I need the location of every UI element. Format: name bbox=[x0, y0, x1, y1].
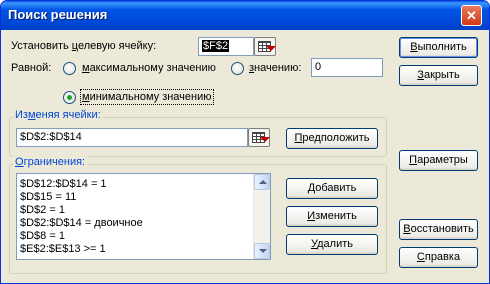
constraints-list[interactable]: $D$12:$D$14 = 1 $D$15 = 11 $D$2 = 1 $D$2… bbox=[16, 173, 271, 260]
change-button[interactable]: Изменить bbox=[286, 206, 378, 227]
options-accel: П bbox=[409, 154, 418, 166]
solver-dialog: Поиск решения ✕ Установить целевую ячейк… bbox=[0, 0, 490, 284]
arrow-up-icon bbox=[259, 180, 267, 184]
target-label-pre: Установить bbox=[11, 40, 72, 52]
radio-max-label: максимальному значению bbox=[82, 62, 216, 74]
radio-min-label: минимальному значению bbox=[80, 89, 214, 105]
constraints-title-rest: граничения: bbox=[23, 156, 86, 168]
min-accel: м bbox=[82, 91, 90, 103]
scroll-down-button[interactable] bbox=[254, 243, 270, 259]
add-rest: обавить bbox=[315, 182, 357, 194]
collapse-arrow-icon bbox=[266, 46, 276, 51]
max-rest: аксимальному значению bbox=[89, 62, 216, 74]
help-rest: правка bbox=[424, 251, 461, 263]
target-cell-value: $F$2 bbox=[202, 40, 230, 52]
changing-title-pre: Из bbox=[15, 109, 28, 121]
constraint-item[interactable]: $D$15 = 11 bbox=[20, 191, 76, 203]
target-label-post: елевую ячейку: bbox=[77, 40, 157, 52]
constraints-scrollbar[interactable] bbox=[253, 174, 270, 259]
radio-min-dot bbox=[67, 95, 72, 100]
solve-button[interactable]: Выполнить bbox=[399, 37, 478, 58]
reset-rest: осстановить bbox=[410, 223, 474, 235]
radio-max[interactable] bbox=[63, 62, 76, 75]
delete-button[interactable]: Удалить bbox=[286, 234, 378, 255]
arrow-down-icon bbox=[259, 249, 267, 253]
options-rest: араметры bbox=[417, 154, 468, 166]
close-button[interactable]: Закрыть bbox=[399, 65, 478, 86]
value-input[interactable]: 0 bbox=[311, 58, 383, 77]
min-rest: инимальному значению bbox=[89, 91, 212, 103]
reset-all-button[interactable]: Восстановить bbox=[399, 219, 478, 240]
changing-title-accel: м bbox=[27, 109, 36, 121]
close-accel: З bbox=[417, 69, 424, 81]
change-rest: зменить bbox=[315, 210, 357, 222]
options-button[interactable]: Параметры bbox=[399, 150, 478, 171]
target-cell-input[interactable]: $F$2 bbox=[198, 37, 254, 56]
guess-button[interactable]: Предположить bbox=[286, 128, 378, 149]
changing-collapse-button[interactable] bbox=[248, 128, 270, 147]
title-bar[interactable]: Поиск решения ✕ bbox=[1, 1, 489, 30]
constraint-item[interactable]: $D$2:$D$14 = двоичное bbox=[20, 217, 143, 229]
constraint-item[interactable]: $D$8 = 1 bbox=[20, 230, 65, 242]
constraint-item[interactable]: $E$2:$E$13 >= 1 bbox=[20, 243, 106, 255]
reset-accel: В bbox=[403, 223, 411, 235]
target-cell-label: Установить целевую ячейку: bbox=[11, 40, 156, 52]
delete-rest: далить bbox=[317, 238, 353, 250]
add-button[interactable]: Добавить bbox=[286, 178, 378, 199]
equal-label: Равной: bbox=[11, 62, 52, 74]
collapse-arrow-icon bbox=[260, 137, 270, 142]
constraints-title: Ограничения: bbox=[13, 156, 88, 168]
constraints-title-accel: О bbox=[15, 156, 24, 168]
help-accel: С bbox=[416, 251, 425, 263]
constraint-item[interactable]: $D$2 = 1 bbox=[20, 204, 65, 216]
help-button[interactable]: Справка bbox=[399, 247, 478, 268]
guess-rest: редположить bbox=[302, 132, 370, 144]
changing-title-post: еняя ячейки: bbox=[35, 109, 101, 121]
dialog-title: Поиск решения bbox=[8, 7, 108, 22]
max-accel: м bbox=[82, 62, 90, 74]
solve-rest: ыполнить bbox=[417, 41, 467, 53]
solve-accel: В bbox=[410, 41, 418, 53]
close-icon[interactable]: ✕ bbox=[461, 5, 482, 26]
change-accel: И bbox=[307, 210, 316, 222]
target-collapse-button[interactable] bbox=[254, 37, 276, 56]
close-rest: акрыть bbox=[423, 69, 460, 81]
radio-min[interactable] bbox=[63, 91, 76, 104]
radio-value[interactable] bbox=[231, 62, 244, 75]
constraint-item[interactable]: $D$12:$D$14 = 1 bbox=[20, 178, 107, 190]
value-rest: начению: bbox=[254, 62, 302, 74]
scroll-up-button[interactable] bbox=[254, 174, 270, 190]
changing-cells-title: Изменяя ячейки: bbox=[13, 109, 103, 121]
changing-cells-input[interactable]: $D$2:$D$14 bbox=[16, 128, 248, 147]
radio-value-label: значению: bbox=[249, 62, 301, 74]
